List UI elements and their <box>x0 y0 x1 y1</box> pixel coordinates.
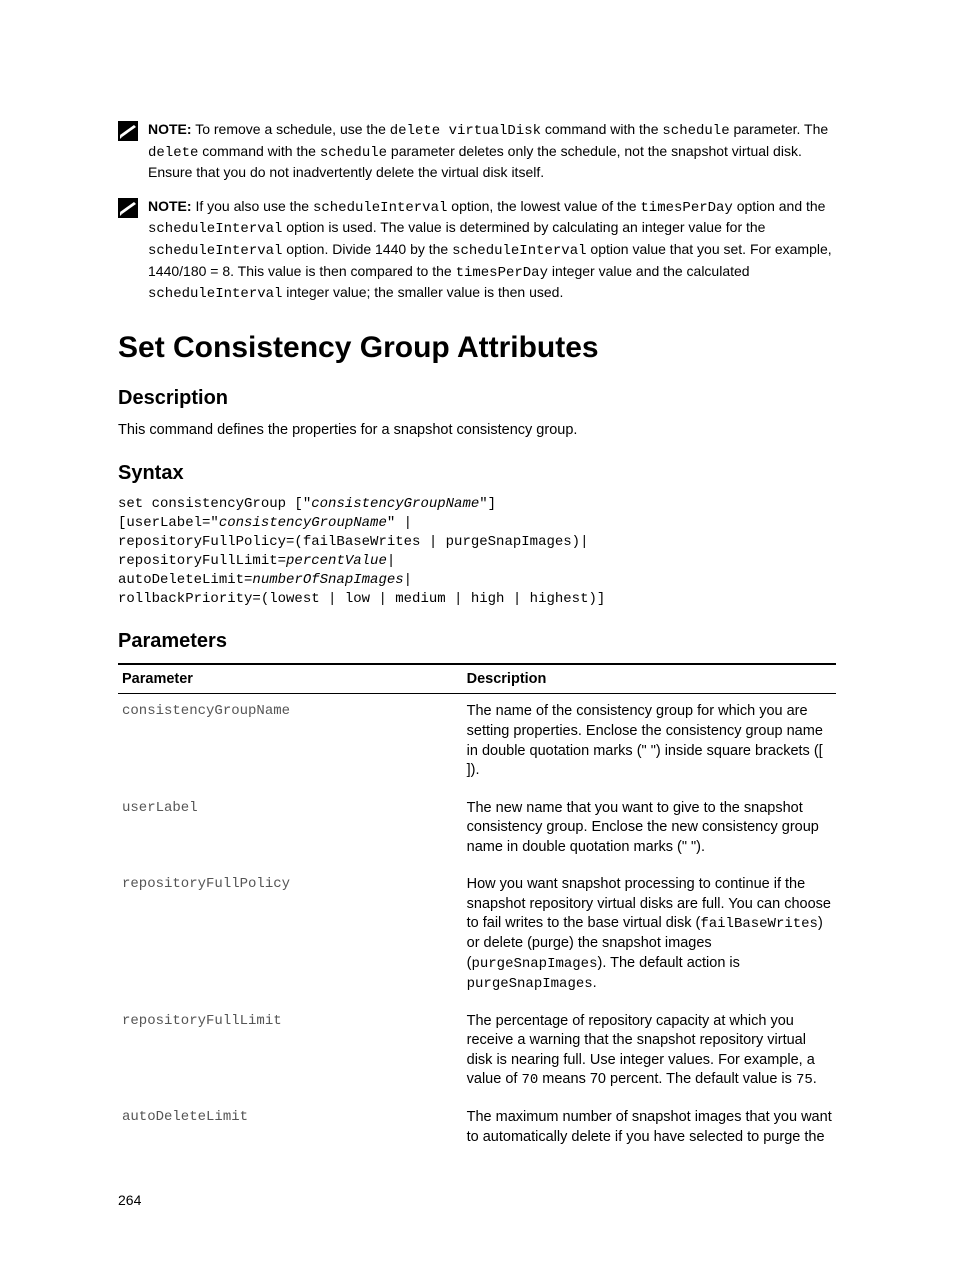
table-header-description: Description <box>463 664 836 694</box>
table-row: autoDeleteLimitThe maximum number of sna… <box>118 1100 836 1157</box>
parameter-description: The maximum number of snapshot images th… <box>463 1100 836 1157</box>
page-title: Set Consistency Group Attributes <box>118 331 836 365</box>
parameter-name: repositoryFullPolicy <box>118 867 463 1003</box>
note-text: NOTE: To remove a schedule, use the dele… <box>148 120 836 183</box>
description-heading: Description <box>118 387 836 410</box>
table-row: repositoryFullLimitThe percentage of rep… <box>118 1004 836 1101</box>
table-row: repositoryFullPolicyHow you want snapsho… <box>118 867 836 1003</box>
note-icon-wrap <box>118 120 148 146</box>
page: NOTE: To remove a schedule, use the dele… <box>0 0 954 1268</box>
parameter-name: consistencyGroupName <box>118 694 463 791</box>
syntax-heading: Syntax <box>118 462 836 485</box>
table-row: userLabelThe new name that you want to g… <box>118 791 836 868</box>
table-row: consistencyGroupNameThe name of the cons… <box>118 694 836 791</box>
parameters-heading: Parameters <box>118 630 836 653</box>
parameter-description: The new name that you want to give to th… <box>463 791 836 868</box>
note-block: NOTE: To remove a schedule, use the dele… <box>118 120 836 183</box>
parameter-description: The name of the consistency group for wh… <box>463 694 836 791</box>
note-icon <box>118 198 138 218</box>
table-header-parameter: Parameter <box>118 664 463 694</box>
note-text: NOTE: If you also use the scheduleInterv… <box>148 197 836 305</box>
note-icon <box>118 121 138 141</box>
parameters-table: Parameter Description consistencyGroupNa… <box>118 663 836 1157</box>
parameter-name: autoDeleteLimit <box>118 1100 463 1157</box>
description-body: This command defines the properties for … <box>118 420 836 440</box>
syntax-block: set consistencyGroup ["consistencyGroupN… <box>118 495 836 608</box>
parameter-name: repositoryFullLimit <box>118 1004 463 1101</box>
page-number: 264 <box>118 1192 141 1208</box>
parameter-description: How you want snapshot processing to cont… <box>463 867 836 1003</box>
note-block: NOTE: If you also use the scheduleInterv… <box>118 197 836 305</box>
parameter-name: userLabel <box>118 791 463 868</box>
parameter-description: The percentage of repository capacity at… <box>463 1004 836 1101</box>
notes-container: NOTE: To remove a schedule, use the dele… <box>118 120 836 305</box>
note-icon-wrap <box>118 197 148 223</box>
